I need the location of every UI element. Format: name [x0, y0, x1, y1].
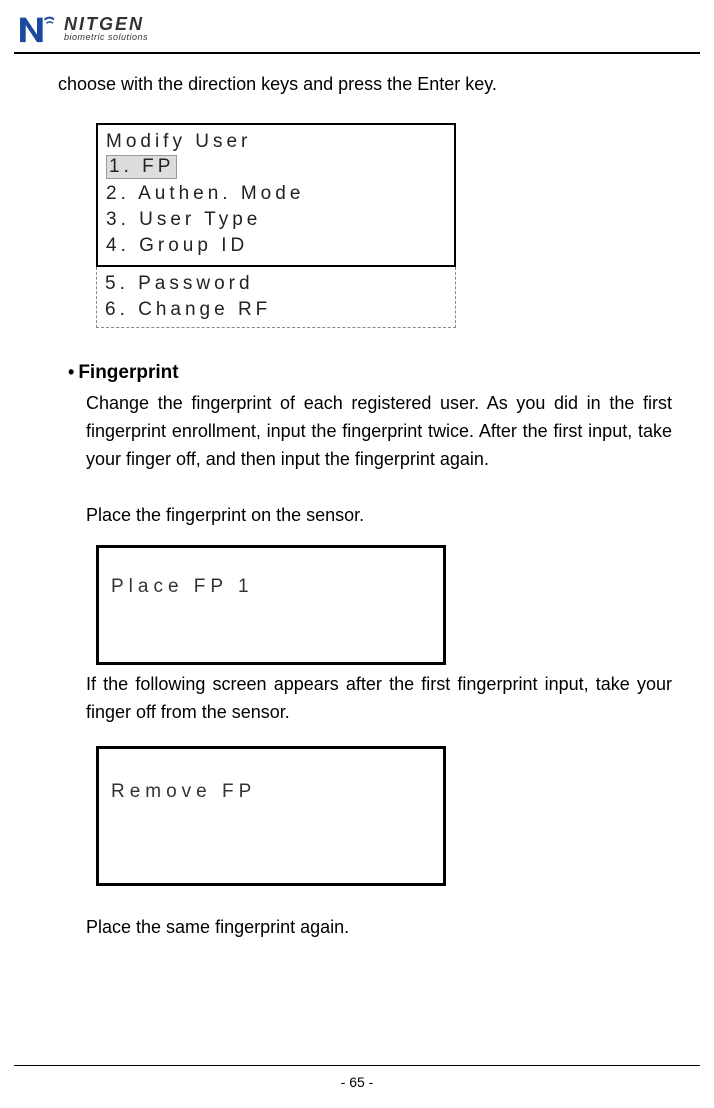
menu-title: Modify User [104, 131, 448, 153]
menu-item-6: 6. Change RF [103, 297, 449, 323]
instruction-2: Place the same fingerprint again. [86, 914, 672, 941]
section-body: Change the fingerprint of each registere… [86, 390, 672, 474]
menu-item-2: 2. Authen. Mode [104, 181, 448, 207]
bullet-icon: • [68, 362, 74, 382]
menu-item-5: 5. Password [103, 271, 449, 297]
menu-box: Modify User 1. FP 2. Authen. Mode 3. Use… [96, 123, 456, 328]
menu-box-top: Modify User 1. FP 2. Authen. Mode 3. Use… [96, 123, 456, 267]
menu-item-3: 3. User Type [104, 207, 448, 233]
section-heading-text: Fingerprint [78, 362, 178, 383]
header: NITGEN biometric solutions [0, 0, 714, 52]
intro-text: choose with the direction keys and press… [58, 74, 672, 95]
logo-sub: biometric solutions [64, 33, 148, 42]
logo-text: NITGEN biometric solutions [64, 15, 148, 42]
page-number: - 65 - [0, 1074, 714, 1090]
menu-box-bottom: 5. Password 6. Change RF [96, 267, 456, 328]
section-heading: •Fingerprint [68, 362, 672, 384]
lcd-box-1: Place FP 1 [96, 545, 446, 665]
menu-item-4: 4. Group ID [104, 233, 448, 259]
footer: - 65 - [0, 1065, 714, 1090]
content: choose with the direction keys and press… [0, 54, 714, 941]
menu-item-selected: 1. FP [106, 155, 177, 179]
lcd-box-2: Remove FP [96, 746, 446, 886]
after-lcd1-text: If the following screen appears after th… [86, 671, 672, 727]
lcd-text-1: Place FP 1 [111, 576, 431, 598]
instruction-1: Place the fingerprint on the sensor. [86, 502, 672, 529]
menu-item-1: 1. FP [104, 153, 448, 181]
lcd-text-2: Remove FP [111, 781, 431, 803]
footer-rule [14, 1065, 700, 1066]
logo-main: NITGEN [64, 15, 148, 33]
nitgen-logo-icon [18, 12, 56, 44]
